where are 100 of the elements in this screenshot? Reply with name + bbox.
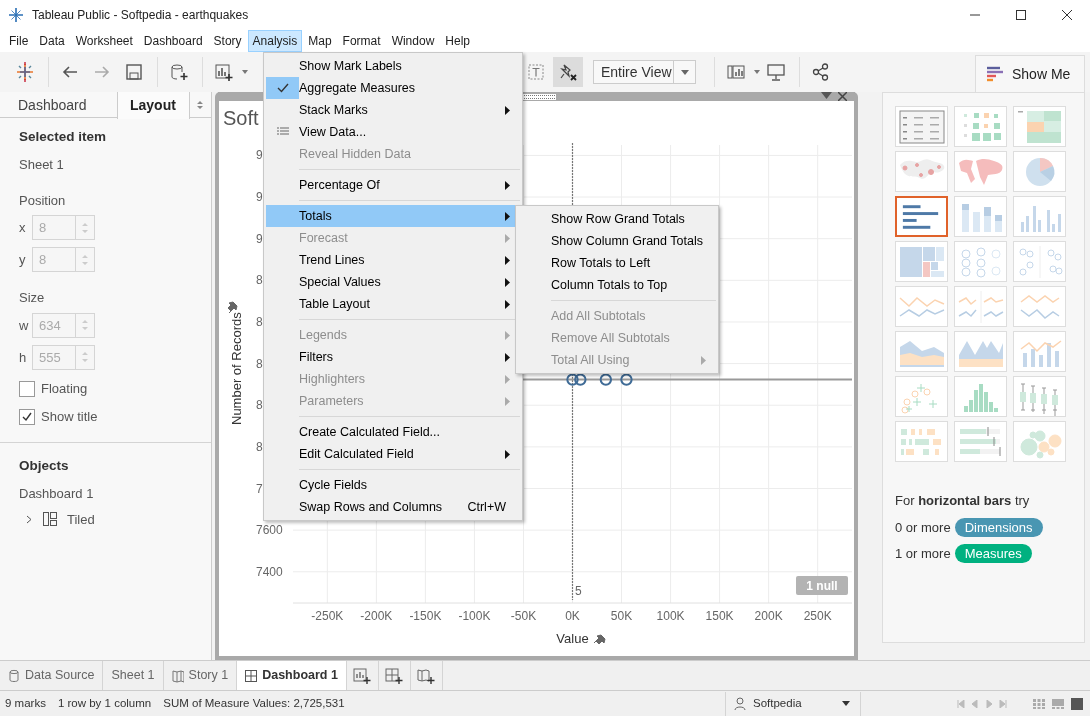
single-view-icon[interactable] <box>1070 697 1084 710</box>
menu-item[interactable]: Row Totals to Left <box>518 252 716 274</box>
menu-item[interactable]: File <box>4 30 34 52</box>
field-label: w <box>19 316 30 335</box>
data-point <box>599 373 613 386</box>
fit-dropdown[interactable]: Entire View <box>593 60 696 84</box>
menu-item[interactable]: Help <box>440 30 475 52</box>
menu-item[interactable]: Analysis <box>247 30 303 52</box>
corner-label: 5 <box>575 584 582 598</box>
user-dropdown[interactable]: Softpedia <box>725 691 861 716</box>
check-icon <box>21 411 33 423</box>
sheet-tab[interactable]: Dashboard 1 <box>237 661 347 690</box>
grid-view-icon[interactable] <box>1032 697 1046 710</box>
menu-item[interactable]: Swap Rows and Columns Ctrl+W <box>266 496 520 518</box>
axis-tick-label: 9 <box>256 231 263 246</box>
status-text: SUM of Measure Values: 2,725,531 <box>163 695 345 711</box>
checkbox-label: Floating <box>41 379 88 398</box>
menu-item[interactable]: Worksheet <box>70 30 138 52</box>
chart-type-button[interactable] <box>895 196 948 237</box>
menu-item[interactable]: Show Row Grand Totals <box>518 208 716 230</box>
axis-tick-label: 8 <box>256 439 263 454</box>
maximize-icon[interactable] <box>1016 10 1026 20</box>
axis-tick-label: -100K <box>458 609 491 623</box>
tree-root-item[interactable]: Dashboard 1 <box>19 484 211 504</box>
checkbox[interactable] <box>19 380 35 397</box>
axis-tick-label: 7600 <box>256 523 283 538</box>
status-text: 1 row by 1 column <box>57 695 152 711</box>
next-page-icon[interactable] <box>985 699 993 708</box>
menu-item[interactable]: Aggregate Measures <box>266 77 520 99</box>
menu-item[interactable]: Format <box>337 30 386 52</box>
menu-item[interactable]: Window <box>386 30 440 52</box>
dashboard-title: Soft <box>223 107 259 129</box>
new-story-icon[interactable] <box>417 666 436 685</box>
data-point <box>566 373 579 386</box>
last-page-icon[interactable] <box>999 699 1007 708</box>
axis-title: Number of Records <box>229 312 244 425</box>
window-title: Tableau Public - Softpedia - earthquakes <box>32 7 249 24</box>
close-icon[interactable] <box>1062 10 1072 20</box>
menu-item[interactable]: Dashboard <box>138 30 208 52</box>
show-me-icon[interactable] <box>986 66 1004 82</box>
grid-icon[interactable] <box>245 668 258 683</box>
menu-item[interactable]: Show Column Grand Totals <box>518 230 716 252</box>
book-icon[interactable] <box>171 668 184 683</box>
requirement-text: 0 or more <box>895 518 951 537</box>
section-heading: Selected item <box>19 128 108 146</box>
checkbox-label: Show title <box>41 408 98 427</box>
panel-tab[interactable]: Layout <box>117 92 190 119</box>
axis-title: Value <box>556 631 589 646</box>
axis-tick-label: 7 <box>256 481 263 496</box>
up-down-arrows-icon[interactable] <box>196 99 204 110</box>
axis-tick-label: 50K <box>610 609 633 623</box>
checkbox[interactable] <box>19 409 35 425</box>
caret-icon[interactable] <box>680 69 689 75</box>
menu-item[interactable]: Stack Marks <box>266 99 520 121</box>
menu-item[interactable]: Percentage Of <box>266 174 520 196</box>
dropdown-arrow-icon[interactable] <box>821 92 832 100</box>
menu-item[interactable]: Create Calculated Field... <box>266 421 520 443</box>
tree-item[interactable]: Tiled <box>67 509 95 529</box>
new-worksheet-icon[interactable] <box>353 666 372 685</box>
hint-text: For horizontal bars try <box>895 492 1031 510</box>
previous-page-icon[interactable] <box>971 699 979 708</box>
axis-tick-label: 8 <box>256 356 263 371</box>
axis-tick-label: 0K <box>565 609 580 623</box>
panel-tab[interactable]: Dashboard <box>0 92 117 118</box>
axis-tick-label: 9 <box>256 190 263 205</box>
expand-chevron-icon[interactable] <box>25 514 33 524</box>
axis-tick-label: -50K <box>510 609 537 623</box>
pin-icon[interactable] <box>593 634 606 645</box>
field-type-pill: Measures <box>954 544 1032 564</box>
caret-icon[interactable] <box>842 701 850 707</box>
menu-item[interactable]: Story <box>208 30 247 52</box>
axis-tick-label: 100K <box>656 609 685 623</box>
first-page-icon[interactable] <box>957 699 965 708</box>
axis-tick-label: 150K <box>705 609 734 623</box>
group-label: Position <box>19 192 66 208</box>
database-icon[interactable] <box>8 668 20 683</box>
field-label: y <box>19 251 27 269</box>
axis-tick-label: 8 <box>256 314 263 329</box>
menu-item[interactable]: Data <box>34 30 70 52</box>
menu-item[interactable]: Map <box>303 30 337 52</box>
data-point <box>620 373 633 386</box>
new-dashboard-icon[interactable] <box>385 666 404 685</box>
group-label: Size <box>19 290 45 306</box>
pin-icon[interactable] <box>227 301 238 314</box>
menu-item[interactable]: Show Mark Labels <box>266 55 520 77</box>
axis-tick-label: -200K <box>360 609 393 623</box>
show-me-tab[interactable]: Show Me <box>975 55 1085 92</box>
filmstrip-view-icon[interactable] <box>1051 697 1065 710</box>
menu-item[interactable]: Edit Calculated Field <box>266 443 520 465</box>
user-icon[interactable] <box>734 697 746 710</box>
menu-item[interactable]: Column Totals to Top <box>518 274 716 296</box>
axis-tick-label: 200K <box>754 609 783 623</box>
axis-tick-label: 9 <box>256 148 263 163</box>
axis-tick-label: 8 <box>256 273 263 288</box>
status-text: 9 marks <box>5 695 46 711</box>
menu-item[interactable]: View Data... <box>266 121 520 143</box>
axis-tick-label: -150K <box>409 609 442 623</box>
field-label: x <box>19 219 27 237</box>
menu-item[interactable]: Cycle Fields <box>266 474 520 496</box>
requirement-text: 1 or more <box>895 545 951 563</box>
